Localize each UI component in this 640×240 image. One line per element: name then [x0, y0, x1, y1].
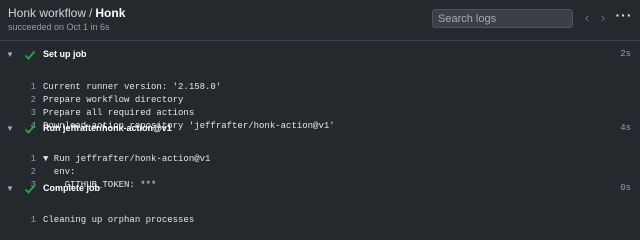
chevron-down-icon[interactable]: ▼	[6, 124, 16, 134]
search-logs-input[interactable]: Search logs	[432, 9, 573, 28]
log-line: 1 Current runner version: '2.158.0'	[0, 68, 640, 92]
chevron-right-icon[interactable]: ›	[596, 9, 610, 27]
step-name: Run jeffrafter/honk-action@v1	[43, 123, 172, 133]
job-header: Honk workflow / Honk succeeded on Oct 1 in…	[0, 0, 640, 41]
step-run-honk-action[interactable]: ▼ Run jeffrafter/honk-action@v1 4s	[0, 121, 640, 139]
line-number[interactable]: 1	[20, 214, 36, 227]
log-line: 4 Download action repository 'jeffrafter/…	[0, 107, 640, 131]
step-name: Set up job	[43, 49, 87, 59]
step-name: Complete job	[43, 183, 101, 193]
line-text: Cleaning up orphan processes	[43, 215, 195, 225]
chevron-down-icon[interactable]: ▼	[6, 184, 16, 194]
step-duration: 4s	[620, 123, 631, 133]
check-icon	[24, 50, 36, 60]
step-duration: 2s	[620, 49, 631, 59]
step-complete-job[interactable]: ▼ Complete job 0s	[0, 181, 640, 199]
workflow-link[interactable]: Honk workflow	[8, 6, 86, 20]
step-duration: 0s	[620, 183, 631, 193]
check-icon	[24, 124, 36, 134]
log-line: 1 Cleaning up orphan processes	[0, 201, 640, 225]
log-line: 2 env:	[0, 153, 640, 177]
kebab-menu-icon[interactable]: ···	[614, 8, 634, 26]
job-name: Honk	[95, 6, 126, 20]
job-status: succeeded on Oct 1 in 6s	[8, 22, 110, 32]
chevron-left-icon[interactable]: ‹	[580, 9, 594, 27]
log-line: 3 Prepare all required actions	[0, 94, 640, 118]
log-line: 3 GITHUB_TOKEN: ***	[0, 166, 640, 190]
log-line: 1 ▼ Run jeffrafter/honk-action@v1	[0, 140, 640, 164]
page-title: Honk workflow / Honk	[8, 6, 125, 20]
check-icon	[24, 184, 36, 194]
chevron-down-icon[interactable]: ▼	[6, 50, 16, 60]
step-set-up-job[interactable]: ▼ Set up job 2s	[0, 47, 640, 65]
title-separator: /	[89, 6, 93, 20]
log-line: 2 Prepare workflow directory	[0, 81, 640, 105]
